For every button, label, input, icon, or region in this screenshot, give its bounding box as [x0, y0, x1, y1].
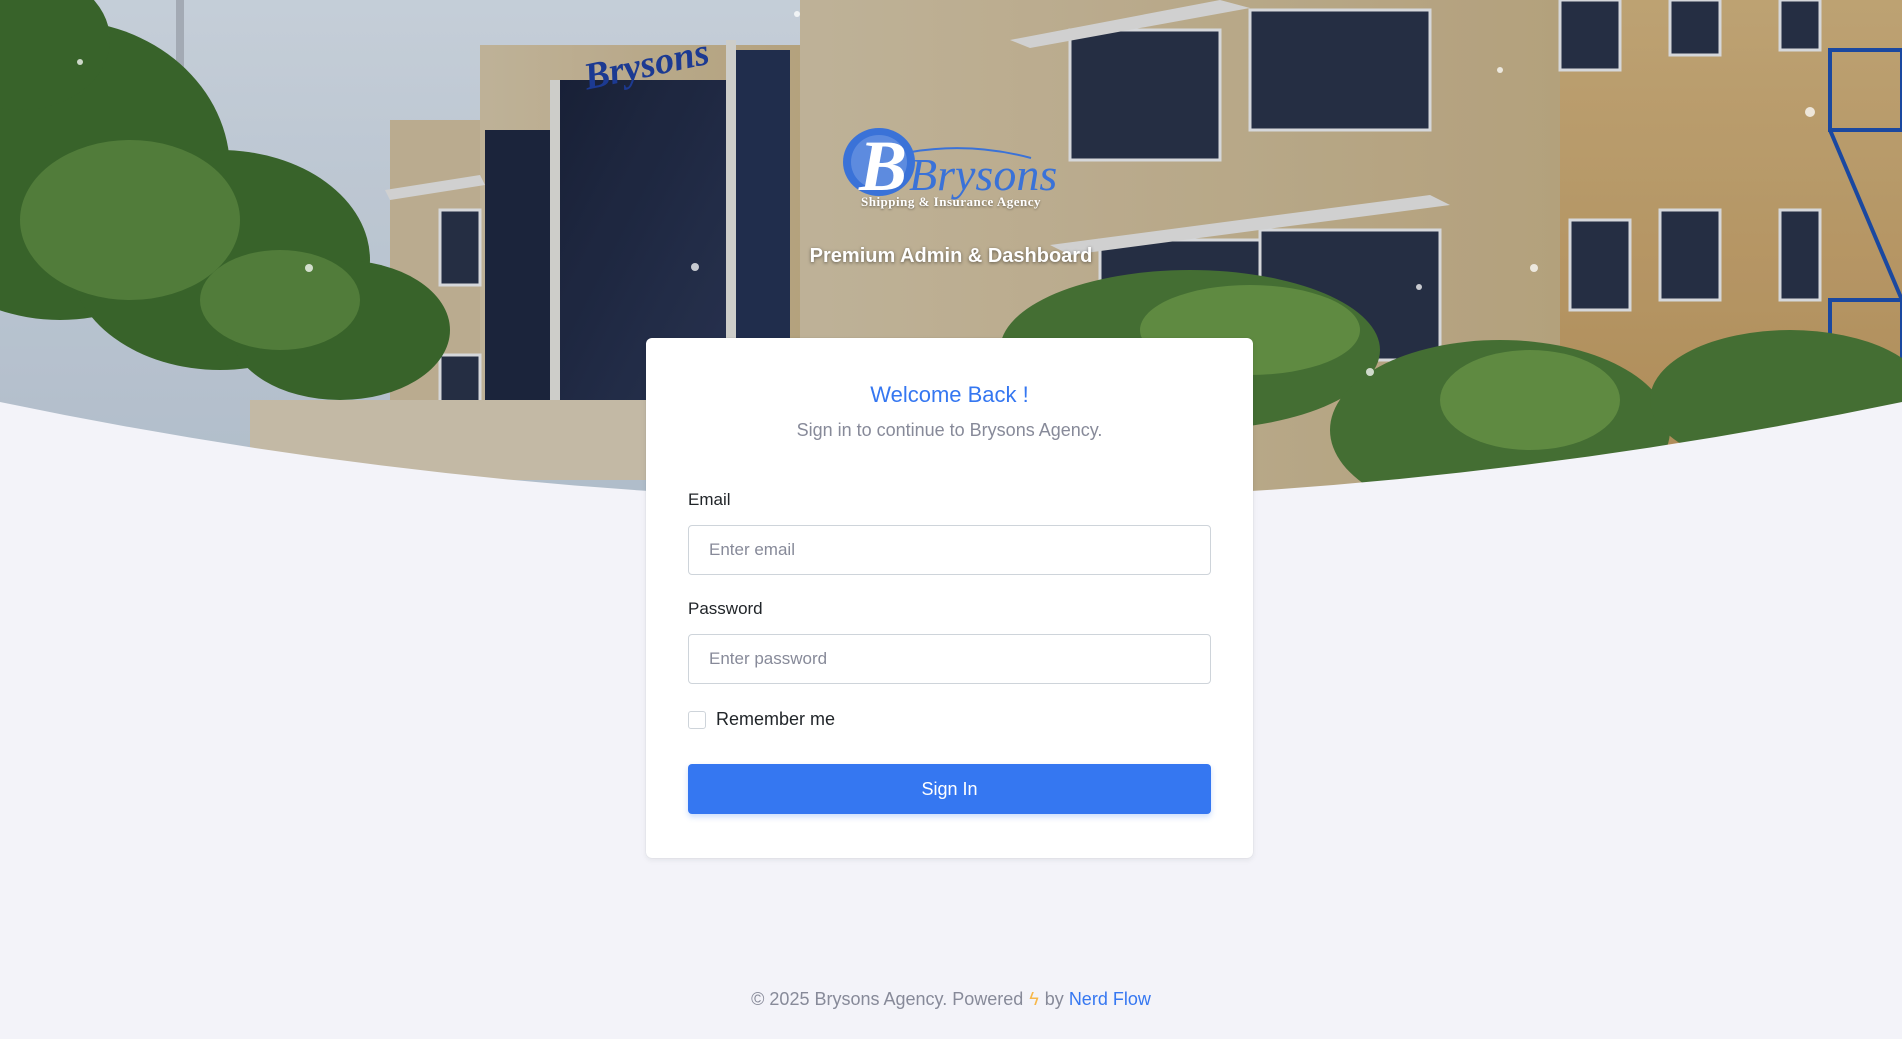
footer-copyright: © 2025 Brysons Agency. Powered	[751, 989, 1024, 1009]
password-input[interactable]	[688, 634, 1211, 684]
login-card: Welcome Back ! Sign in to continue to Br…	[646, 338, 1253, 858]
remember-label: Remember me	[716, 709, 836, 729]
nerd-flow-link[interactable]: Nerd Flow	[1069, 989, 1151, 1009]
footer: © 2025 Brysons Agency. Powered ϟ by Nerd F…	[0, 989, 1902, 1010]
email-label: Email	[688, 490, 731, 509]
remember-me[interactable]: Remember me	[688, 709, 835, 730]
bolt-icon: ϟ	[1029, 989, 1039, 1009]
welcome-title: Welcome Back !	[870, 382, 1029, 407]
password-label: Password	[688, 599, 763, 618]
tagline: Premium Admin & Dashboard	[809, 245, 1093, 267]
sign-in-button[interactable]: Sign In	[688, 764, 1211, 814]
logo-subtitle: Shipping & Insurance Agency	[860, 194, 1041, 209]
login-subtitle: Sign in to continue to Brysons Agency.	[796, 420, 1103, 440]
email-input[interactable]	[688, 525, 1211, 575]
brand-logo[interactable]: B Brysons Shipping & Insurance Agency	[0, 122, 1902, 223]
footer-by: by	[1044, 989, 1064, 1009]
svg-text:Brysons: Brysons	[909, 149, 1057, 200]
remember-checkbox[interactable]	[688, 710, 706, 729]
